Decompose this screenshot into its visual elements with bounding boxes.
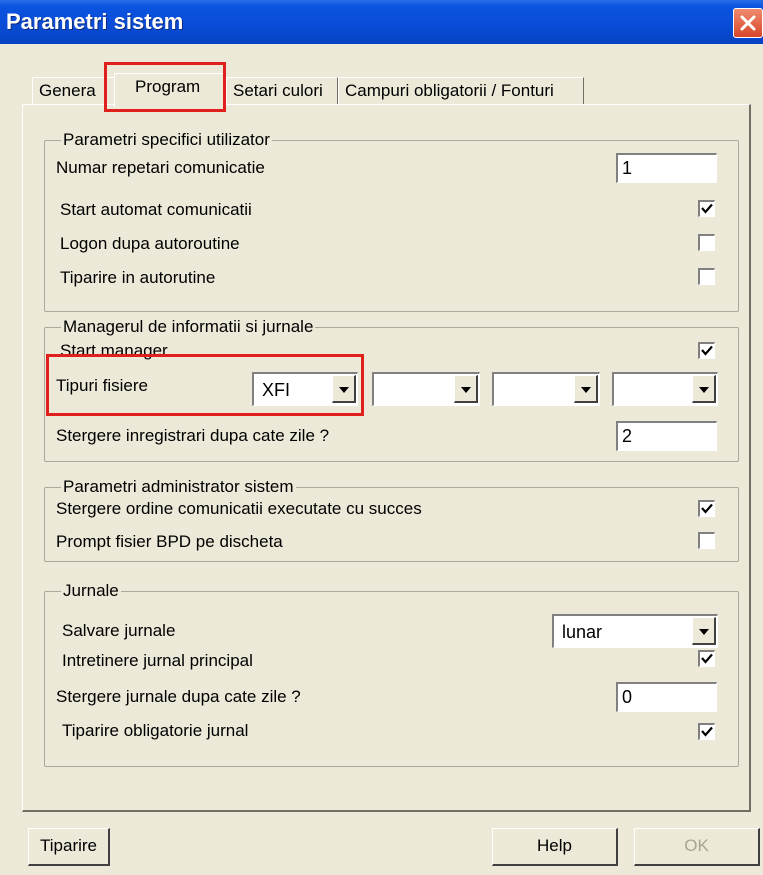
stergere-inregistrari-input[interactable]: 2 xyxy=(616,421,717,451)
checkmark-icon xyxy=(701,653,713,664)
chevron-down-icon xyxy=(339,387,349,393)
tiparire-auto-checkbox[interactable] xyxy=(698,268,715,285)
logon-label: Logon dupa autoroutine xyxy=(60,234,240,253)
tab-general[interactable]: Genera xyxy=(32,77,116,105)
checkmark-icon xyxy=(701,345,713,356)
close-icon xyxy=(740,15,756,31)
group-legend: Jurnale xyxy=(61,580,121,602)
tab-campuri-obligatorii[interactable]: Campuri obligatorii / Fonturi xyxy=(338,77,584,105)
start-auto-label: Start automat comunicatii xyxy=(60,200,252,219)
close-button[interactable] xyxy=(733,8,763,38)
repetari-label: Numar repetari comunicatie xyxy=(56,158,265,177)
chevron-down-icon xyxy=(699,387,709,393)
ok-button[interactable]: OK xyxy=(634,828,760,866)
title-bar[interactable]: Parametri sistem xyxy=(0,0,763,44)
tiparire-jurnal-label: Tiparire obligatorie jurnal xyxy=(62,721,249,740)
tab-label: Campuri obligatorii / Fonturi xyxy=(345,81,554,100)
logon-checkbox[interactable] xyxy=(698,234,715,251)
start-manager-label: Start manager xyxy=(60,341,168,360)
checkmark-icon xyxy=(701,503,713,514)
dropdown-button[interactable] xyxy=(692,617,716,645)
tipuri-fisiere-select-2[interactable] xyxy=(372,372,480,406)
group-legend: Parametri specifici utilizator xyxy=(61,129,272,151)
chevron-down-icon xyxy=(461,387,471,393)
dropdown-button[interactable] xyxy=(574,375,598,403)
checkmark-icon xyxy=(701,203,713,214)
salvare-jurnale-label: Salvare jurnale xyxy=(62,621,176,640)
prompt-bpd-label: Prompt fisier BPD pe discheta xyxy=(56,532,283,551)
group-legend: Managerul de informatii si jurnale xyxy=(61,316,316,338)
stergere-jurnale-label: Stergere jurnale dupa cate zile ? xyxy=(56,687,301,706)
tipuri-fisiere-select-4[interactable] xyxy=(612,372,718,406)
intretinere-checkbox[interactable] xyxy=(698,650,715,667)
intretinere-label: Intretinere jurnal principal xyxy=(62,651,253,670)
tab-label: Program xyxy=(135,77,201,96)
tab-label: Setari culori xyxy=(233,81,323,100)
help-button[interactable]: Help xyxy=(492,828,618,866)
tab-program[interactable]: Program xyxy=(114,73,226,107)
start-auto-checkbox[interactable] xyxy=(698,200,715,217)
salvare-jurnale-select[interactable]: lunar xyxy=(552,614,718,648)
checkmark-icon xyxy=(701,726,713,737)
selected-value: lunar xyxy=(562,622,603,642)
stergere-ordine-label: Stergere ordine comunicatii executate cu… xyxy=(56,499,422,518)
chevron-down-icon xyxy=(699,629,709,635)
tipuri-fisiere-select-3[interactable] xyxy=(492,372,600,406)
tab-setari-culori[interactable]: Setari culori xyxy=(226,77,338,105)
stergere-jurnale-input[interactable]: 0 xyxy=(616,682,717,712)
tipuri-fisiere-label: Tipuri fisiere xyxy=(56,376,148,395)
tab-label: Genera xyxy=(39,81,96,100)
repetari-input[interactable]: 1 xyxy=(616,153,717,183)
group-legend: Parametri administrator sistem xyxy=(61,476,296,498)
dropdown-button[interactable] xyxy=(692,375,716,403)
chevron-down-icon xyxy=(581,387,591,393)
dropdown-button[interactable] xyxy=(454,375,478,403)
stergere-ordine-checkbox[interactable] xyxy=(698,500,715,517)
prompt-bpd-checkbox[interactable] xyxy=(698,532,715,549)
print-button[interactable]: Tiparire xyxy=(28,828,110,866)
tiparire-auto-label: Tiparire in autorutine xyxy=(60,268,216,287)
selected-value: XFI xyxy=(262,380,291,400)
start-manager-checkbox[interactable] xyxy=(698,342,715,359)
tiparire-jurnal-checkbox[interactable] xyxy=(698,723,715,740)
dropdown-button[interactable] xyxy=(332,375,356,403)
window-title: Parametri sistem xyxy=(6,9,184,34)
stergere-inregistrari-label: Stergere inregistrari dupa cate zile ? xyxy=(56,426,330,445)
tipuri-fisiere-select-1[interactable]: XFI xyxy=(252,372,358,406)
